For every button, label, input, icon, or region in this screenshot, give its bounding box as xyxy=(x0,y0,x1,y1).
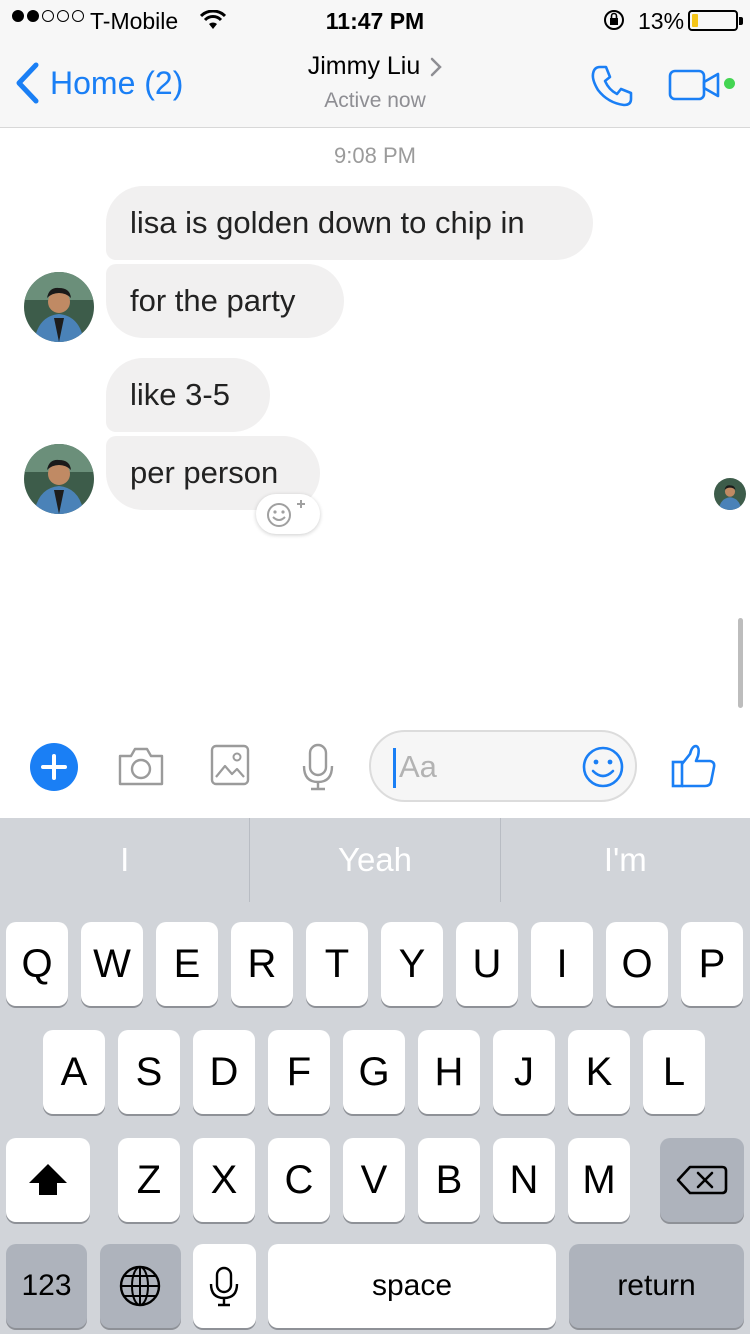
contact-avatar[interactable] xyxy=(24,272,94,342)
online-indicator xyxy=(724,78,735,89)
photo-gallery-icon[interactable] xyxy=(210,744,250,786)
presence-status: Active now xyxy=(324,89,426,112)
key-r[interactable]: R xyxy=(231,922,293,1006)
scrollbar[interactable] xyxy=(738,618,743,708)
key-d[interactable]: D xyxy=(193,1030,255,1114)
key-t[interactable]: T xyxy=(306,922,368,1006)
key-p[interactable]: P xyxy=(681,922,743,1006)
message-bubble[interactable]: like 3-5 xyxy=(106,358,270,432)
battery-icon xyxy=(688,10,743,31)
key-o[interactable]: O xyxy=(606,922,668,1006)
suggestion[interactable]: Yeah xyxy=(249,818,499,902)
status-bar: T-Mobile 11:47 PM 13% xyxy=(0,0,750,40)
message-bubble[interactable]: for the party xyxy=(106,264,344,338)
key-x[interactable]: X xyxy=(193,1138,255,1222)
key-c[interactable]: C xyxy=(268,1138,330,1222)
video-call-icon[interactable] xyxy=(668,68,722,102)
conversation-header: Home (2) Jimmy Liu Active now xyxy=(0,40,750,128)
message-timestamp: 9:08 PM xyxy=(334,143,416,168)
chevron-right-icon xyxy=(431,57,443,76)
add-reaction-button[interactable] xyxy=(256,494,320,534)
suggestion[interactable]: I'm xyxy=(499,818,750,902)
key-z[interactable]: Z xyxy=(118,1138,180,1222)
key-n[interactable]: N xyxy=(493,1138,555,1222)
key-h[interactable]: H xyxy=(418,1030,480,1114)
microphone-icon xyxy=(209,1266,239,1307)
predictive-text-bar: I Yeah I'm xyxy=(0,818,750,902)
key-i[interactable]: I xyxy=(531,922,593,1006)
key-k[interactable]: K xyxy=(568,1030,630,1114)
phone-call-icon[interactable] xyxy=(588,62,636,110)
globe-key[interactable] xyxy=(100,1244,181,1328)
key-w[interactable]: W xyxy=(81,922,143,1006)
key-l[interactable]: L xyxy=(643,1030,705,1114)
keyboard: Q W E R T Y U I O P A S D F G H J K L Z … xyxy=(0,902,750,1334)
message-input[interactable] xyxy=(399,746,569,788)
key-u[interactable]: U xyxy=(456,922,518,1006)
key-s[interactable]: S xyxy=(118,1030,180,1114)
key-y[interactable]: Y xyxy=(381,922,443,1006)
space-key[interactable]: space xyxy=(268,1244,556,1328)
message-composer xyxy=(0,720,750,818)
key-m[interactable]: M xyxy=(568,1138,630,1222)
emoji-icon[interactable] xyxy=(581,745,625,789)
read-receipt-avatar xyxy=(714,478,746,510)
battery-percent: 13% xyxy=(638,8,685,34)
dictation-key[interactable] xyxy=(193,1244,256,1328)
microphone-icon[interactable] xyxy=(300,742,336,792)
key-j[interactable]: J xyxy=(493,1030,555,1114)
key-a[interactable]: A xyxy=(43,1030,105,1114)
delete-icon xyxy=(676,1165,728,1195)
key-b[interactable]: B xyxy=(418,1138,480,1222)
back-button[interactable]: Home (2) xyxy=(14,62,183,104)
contact-avatar[interactable] xyxy=(24,444,94,514)
return-key[interactable]: return xyxy=(569,1244,744,1328)
suggestion[interactable]: I xyxy=(0,818,249,902)
contact-title[interactable]: Jimmy Liu Active now xyxy=(250,52,500,113)
numbers-key[interactable]: 123 xyxy=(6,1244,87,1328)
shift-arrow-icon xyxy=(29,1164,67,1195)
back-button-label: Home (2) xyxy=(50,64,184,101)
key-f[interactable]: F xyxy=(268,1030,330,1114)
rotation-lock-icon xyxy=(604,10,624,30)
message-input-container[interactable] xyxy=(369,730,637,802)
more-actions-button[interactable] xyxy=(30,743,78,791)
smiley-plus-icon xyxy=(267,500,305,527)
thumbs-up-icon[interactable] xyxy=(670,742,718,790)
globe-icon xyxy=(119,1265,161,1307)
chevron-left-icon xyxy=(16,62,39,104)
key-e[interactable]: E xyxy=(156,922,218,1006)
backspace-key[interactable] xyxy=(660,1138,744,1222)
shift-key[interactable] xyxy=(6,1138,90,1222)
key-g[interactable]: G xyxy=(343,1030,405,1114)
key-q[interactable]: Q xyxy=(6,922,68,1006)
contact-name: Jimmy Liu xyxy=(307,52,421,80)
message-bubble[interactable]: lisa is golden down to chip in xyxy=(106,186,593,260)
key-v[interactable]: V xyxy=(343,1138,405,1222)
camera-icon[interactable] xyxy=(116,744,166,788)
text-cursor xyxy=(393,748,396,788)
